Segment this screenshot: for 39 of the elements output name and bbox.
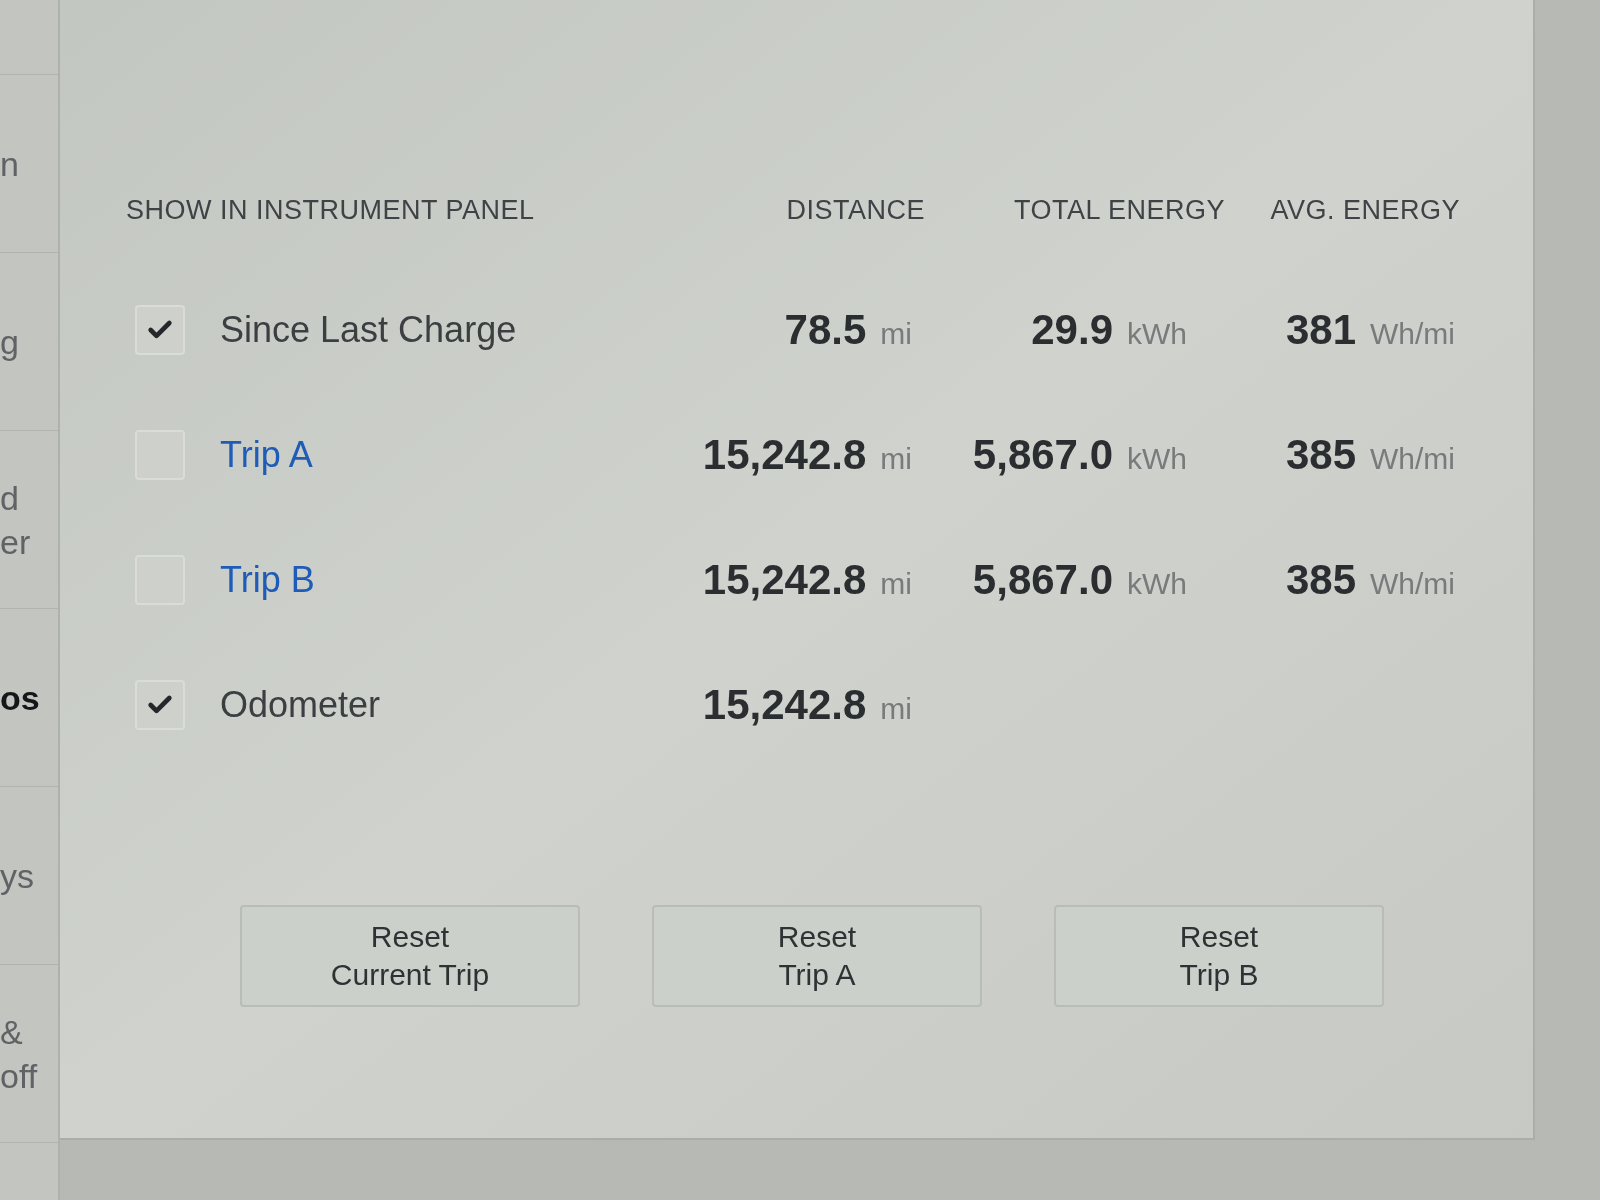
unit-text: Wh/mi [1370, 441, 1455, 477]
reset-button[interactable]: Reset Current Trip [240, 905, 580, 1007]
unit-text: mi [880, 691, 912, 727]
value-text: 381 [1285, 305, 1356, 355]
checkbox[interactable] [135, 304, 185, 355]
row-label: Since Last Charge [220, 307, 517, 352]
value-text: 385 [1285, 430, 1356, 480]
side-menu-item[interactable]: & off [0, 965, 58, 1143]
value-text: 5,867.0 [972, 430, 1113, 480]
value-text: 15,242.8 [702, 430, 867, 480]
unit-text: mi [880, 316, 912, 352]
row-label: Odometer [220, 682, 381, 727]
unit-text: mi [880, 566, 912, 602]
value-text: 15,242.8 [702, 680, 867, 730]
side-menu-item[interactable]: g [0, 253, 58, 431]
value-text: 15,242.8 [702, 555, 867, 605]
column-header: TOTAL ENERGY [1012, 193, 1225, 227]
value-text: 78.5 [784, 305, 867, 355]
column-header: DISTANCE [785, 193, 925, 227]
unit-text: kWh [1127, 441, 1187, 477]
reset-button[interactable]: Reset Trip A [652, 905, 982, 1007]
unit-text: Wh/mi [1370, 566, 1455, 602]
value-text: 5,867.0 [972, 555, 1113, 605]
unit-text: Wh/mi [1370, 316, 1455, 352]
side-menu-item[interactable]: d er [0, 431, 58, 609]
side-menu-item[interactable]: os [0, 609, 58, 787]
row-label: Trip B [220, 557, 315, 602]
unit-text: mi [880, 441, 912, 477]
column-header: SHOW IN INSTRUMENT PANEL [126, 193, 536, 227]
unit-text: kWh [1127, 316, 1187, 352]
side-menu-item[interactable]: n [0, 75, 58, 253]
unit-text: kWh [1127, 566, 1187, 602]
column-header: AVG. ENERGY [1269, 193, 1460, 227]
reset-button[interactable]: Reset Trip B [1054, 905, 1384, 1007]
row-label: Trip A [220, 432, 313, 477]
checkbox[interactable] [135, 679, 185, 730]
value-text: 29.9 [1031, 305, 1113, 355]
side-menu-item[interactable]: ys [0, 787, 58, 965]
value-text: 385 [1285, 555, 1356, 605]
